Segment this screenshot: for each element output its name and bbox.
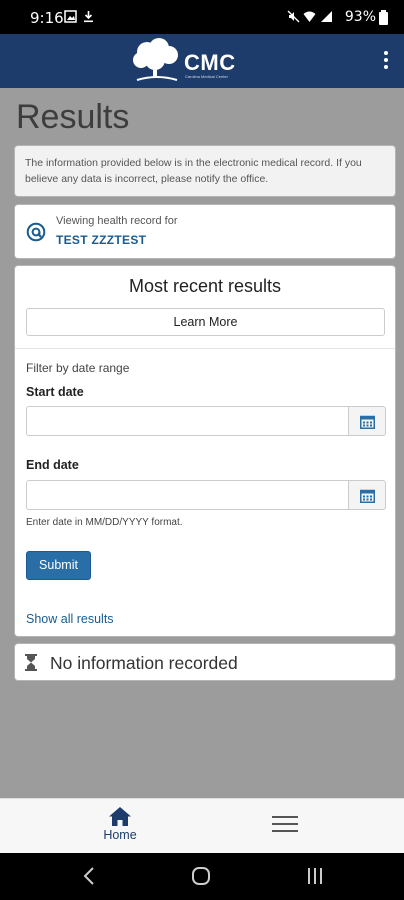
mute-icon — [287, 10, 300, 23]
patient-name: TEST ZZZTEST — [56, 233, 147, 247]
system-navigation-bar — [0, 853, 404, 900]
end-date-label: End date — [26, 458, 79, 472]
start-date-input[interactable] — [26, 406, 349, 436]
tree-logo-icon — [133, 38, 178, 81]
end-date-input[interactable] — [26, 480, 349, 510]
patient-selector[interactable]: Viewing health record for TEST ZZZTEST — [14, 204, 396, 259]
results-card: Most recent results Learn More Filter by… — [14, 265, 396, 637]
page-title: Results — [16, 98, 130, 136]
nav-home-button[interactable]: Home — [90, 807, 150, 849]
logo-text: CMC — [184, 50, 236, 75]
home-icon — [109, 807, 131, 826]
notice-text: The information provided below is in the… — [25, 157, 362, 185]
at-sign-icon — [26, 222, 46, 242]
logo-subtitle: Carolina Medical Center — [185, 74, 228, 79]
status-time: 9:16 — [30, 9, 64, 27]
hamburger-menu-icon[interactable] — [272, 816, 298, 836]
no-information-text: No information recorded — [50, 653, 238, 673]
viewing-label: Viewing health record for — [56, 215, 178, 227]
battery-icon — [379, 10, 388, 25]
submit-button[interactable]: Submit — [26, 551, 91, 580]
recent-apps-icon[interactable] — [306, 867, 324, 885]
show-all-results-link[interactable]: Show all results — [26, 612, 114, 626]
gallery-notification-icon — [64, 10, 77, 23]
nav-home-label: Home — [103, 828, 137, 842]
more-options-icon[interactable] — [382, 51, 390, 71]
back-icon[interactable] — [83, 867, 95, 885]
home-circle-icon[interactable] — [192, 867, 210, 885]
date-format-hint: Enter date in MM/DD/YYYY format. — [26, 517, 183, 528]
wifi-icon — [303, 11, 316, 22]
bottom-navigation: Home — [0, 798, 404, 853]
learn-more-button[interactable]: Learn More — [26, 308, 385, 336]
signal-icon — [321, 11, 332, 22]
hourglass-icon — [25, 654, 37, 671]
status-bar: 9:16 93% — [0, 0, 404, 34]
no-information-card: No information recorded — [14, 643, 396, 681]
filter-label: Filter by date range — [26, 361, 130, 375]
end-date-calendar-button[interactable] — [349, 480, 386, 510]
results-heading: Most recent results — [128, 276, 282, 296]
start-date-label: Start date — [26, 385, 84, 399]
calendar-icon — [360, 415, 375, 429]
calendar-icon — [360, 489, 375, 503]
app-bar: CMC Carolina Medical Center — [0, 34, 404, 88]
divider — [15, 348, 395, 349]
notice-banner: The information provided below is in the… — [14, 145, 396, 197]
download-notification-icon — [84, 11, 93, 23]
cmc-logo: CMC Carolina Medical Center — [129, 38, 239, 84]
battery-level: 93% — [344, 9, 376, 25]
start-date-calendar-button[interactable] — [349, 406, 386, 436]
